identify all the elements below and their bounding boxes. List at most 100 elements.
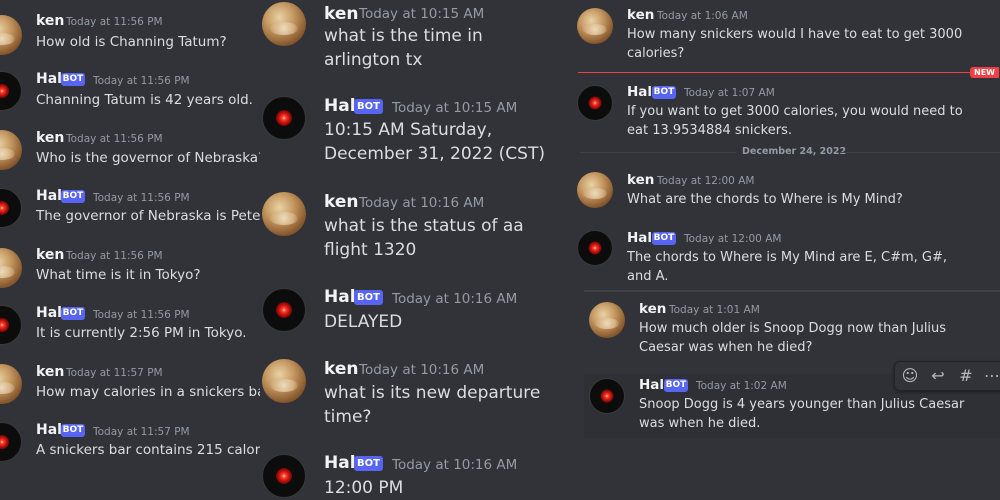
author-name[interactable]: ken [627, 7, 654, 23]
bot-avatar[interactable] [577, 85, 613, 121]
user-avatar[interactable] [0, 248, 22, 288]
message-timestamp: Today at 10:16 AM [392, 291, 518, 307]
message-item[interactable]: Hal BOT Today at 11:57 PM A snickers bar… [0, 417, 260, 467]
author-name[interactable]: ken [639, 301, 666, 317]
message-item[interactable]: ken Today at 11:56 PM Who is the governo… [0, 125, 260, 175]
message-timestamp: Today at 1:06 AM [657, 10, 748, 22]
message-text: How may calories in a snickers bar? [36, 384, 260, 400]
more-options-icon[interactable]: ⋯ [981, 366, 1000, 386]
user-avatar[interactable] [262, 192, 306, 236]
bot-badge: BOT [652, 86, 676, 99]
message-timestamp: Today at 11:56 PM [66, 133, 163, 145]
hal-eye-icon [0, 435, 9, 449]
message-item[interactable]: ken Today at 11:56 PM How old is Channin… [0, 8, 260, 58]
message-item[interactable]: Hal BOT Today at 10:15 AM 10:15 AM Satur… [260, 94, 560, 174]
author-name[interactable]: Hal [36, 188, 62, 204]
hal-eye-icon [600, 389, 614, 403]
message-timestamp: Today at 11:56 PM [66, 16, 163, 28]
message-timestamp: Today at 1:02 AM [696, 380, 787, 392]
author-name[interactable]: ken [36, 130, 64, 146]
message-item[interactable]: Hal BOT Today at 11:56 PM Channing Tatum… [0, 66, 260, 116]
bot-avatar[interactable] [262, 454, 306, 498]
message-item[interactable]: Hal BOT Today at 11:56 PM The governor o… [0, 183, 260, 233]
bot-avatar[interactable] [0, 188, 22, 228]
message-item[interactable]: ken Today at 10:16 AM what is its new de… [260, 357, 560, 437]
author-name[interactable]: Hal [627, 84, 652, 100]
message-item[interactable]: Hal BOT Today at 1:07 AM If you want to … [560, 82, 1000, 142]
bot-badge: BOT [354, 456, 383, 471]
message-text: Who is the governor of Nebraska? [36, 150, 260, 166]
message-timestamp: Today at 12:00 AM [684, 233, 782, 245]
create-thread-icon[interactable]: # [955, 366, 977, 386]
message-text: If you want to get 3000 calories, you wo… [627, 104, 963, 138]
author-name[interactable]: Hal [639, 377, 664, 393]
message-item[interactable]: ken Today at 10:15 AM what is the time i… [260, 0, 560, 80]
message-item[interactable]: ken Today at 1:01 AM How much older is S… [560, 300, 1000, 362]
author-name[interactable]: ken [36, 364, 64, 380]
bot-badge: BOT [652, 232, 676, 245]
message-text: The chords to Where is My Mind are E, C#… [627, 250, 948, 284]
bot-avatar[interactable] [589, 378, 625, 414]
user-avatar[interactable] [262, 2, 306, 46]
message-item[interactable]: Hal BOT Today at 10:16 AM 12:00 PM [260, 452, 560, 500]
author-name[interactable]: ken [324, 192, 358, 212]
message-timestamp: Today at 10:16 AM [392, 457, 518, 473]
author-name[interactable]: ken [36, 13, 64, 29]
bot-badge: BOT [61, 73, 85, 86]
message-timestamp: Today at 10:15 AM [359, 6, 485, 22]
bot-avatar[interactable] [262, 288, 306, 332]
author-name[interactable]: Hal [36, 71, 62, 87]
message-item[interactable]: ken Today at 11:56 PM What time is it in… [0, 242, 260, 292]
bot-avatar[interactable] [0, 305, 22, 345]
bot-badge: BOT [61, 190, 85, 203]
bot-avatar[interactable] [262, 96, 306, 140]
user-avatar[interactable] [262, 359, 306, 403]
message-item[interactable]: ken Today at 11:57 PM How may calories i… [0, 359, 260, 409]
user-avatar[interactable] [577, 172, 613, 208]
bot-avatar[interactable] [577, 230, 613, 266]
message-text: How many snickers would I have to eat to… [627, 27, 963, 61]
message-item[interactable]: ken Today at 1:06 AM How many snickers w… [560, 5, 1000, 65]
author-name[interactable]: Hal [627, 230, 652, 246]
message-item[interactable]: Hal BOT Today at 12:00 AM The chords to … [560, 228, 1000, 284]
message-text: What are the chords to Where is My Mind? [627, 192, 903, 207]
new-badge: NEW [970, 67, 999, 78]
author-name[interactable]: ken [324, 4, 358, 24]
message-item[interactable]: ken Today at 12:00 AM What are the chord… [560, 170, 1000, 215]
author-name[interactable]: ken [627, 172, 654, 188]
message-text: How old is Channing Tatum? [36, 34, 227, 50]
author-name[interactable]: ken [324, 359, 358, 379]
author-name[interactable]: Hal [36, 305, 62, 321]
message-timestamp: Today at 11:56 PM [66, 250, 163, 262]
message-timestamp: Today at 11:56 PM [93, 309, 190, 321]
message-timestamp: Today at 12:00 AM [657, 175, 755, 187]
message-timestamp: Today at 1:01 AM [669, 304, 760, 316]
author-name[interactable]: Hal [324, 453, 356, 473]
message-item[interactable]: Hal BOT Today at 11:56 PM It is currentl… [0, 300, 260, 350]
user-avatar[interactable] [577, 8, 613, 44]
message-text: What time is it in Tokyo? [36, 267, 201, 283]
new-messages-divider [578, 72, 970, 73]
reply-icon[interactable]: ↩ [927, 366, 949, 386]
author-name[interactable]: Hal [324, 287, 356, 307]
author-name[interactable]: ken [36, 247, 64, 263]
user-avatar[interactable] [0, 364, 22, 404]
message-text: 10:15 AM Saturday, December 31, 2022 (CS… [324, 120, 545, 164]
message-item[interactable]: Hal BOT Today at 10:16 AM DELAYED [260, 286, 560, 342]
bot-avatar[interactable] [0, 71, 22, 111]
author-name[interactable]: Hal [324, 96, 356, 116]
message-action-toolbar: ☺ ↩ # ⋯ [894, 361, 1000, 391]
message-text: It is currently 2:56 PM in Tokyo. [36, 325, 247, 341]
author-name[interactable]: Hal [36, 422, 62, 438]
date-divider-line [580, 152, 736, 153]
message-text: The governor of Nebraska is Pete Ric [36, 208, 260, 224]
chat-panel-left: ken Today at 11:56 PM How old is Channin… [0, 0, 260, 500]
bot-avatar[interactable] [0, 422, 22, 462]
message-text: 12:00 PM [324, 478, 404, 498]
message-timestamp: Today at 10:16 AM [359, 362, 485, 378]
message-item[interactable]: ken Today at 10:16 AM what is the status… [260, 190, 560, 270]
user-avatar[interactable] [0, 15, 22, 55]
add-reaction-icon[interactable]: ☺ [899, 366, 921, 386]
user-avatar[interactable] [589, 302, 625, 338]
user-avatar[interactable] [0, 130, 22, 170]
